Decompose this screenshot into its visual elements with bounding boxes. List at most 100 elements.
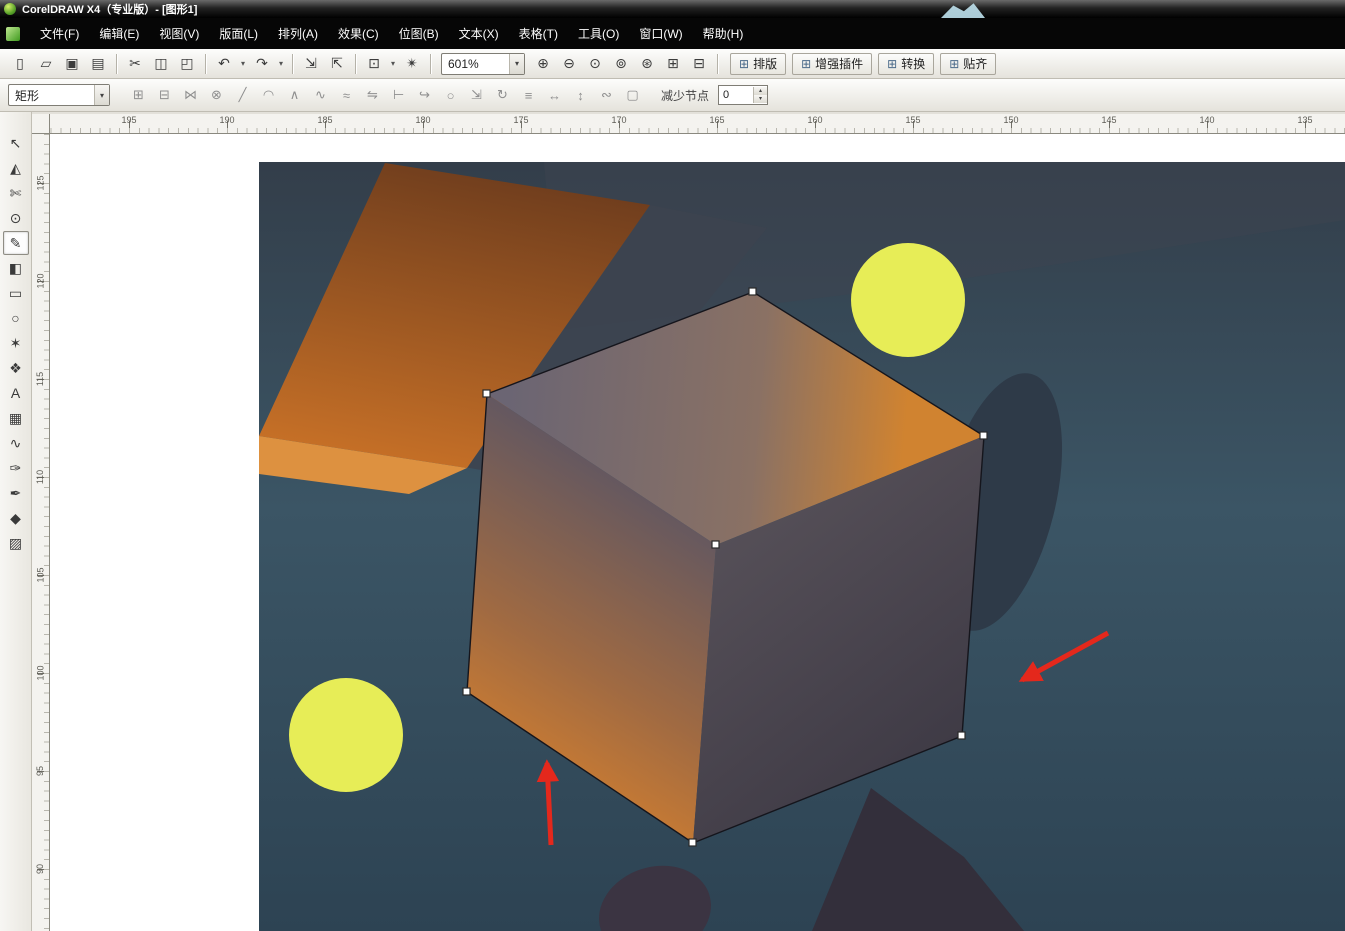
curve-node[interactable] — [749, 288, 756, 295]
pick-tool[interactable]: ↖ — [3, 131, 29, 155]
elastic-mode-icon[interactable]: ∾ — [595, 84, 618, 106]
menu-item[interactable]: 视图(V) — [149, 21, 209, 46]
zoom-selected-icon[interactable]: ⊚ — [609, 53, 633, 75]
shape-type-select[interactable]: 矩形 ▾ — [8, 84, 110, 106]
stretch-nodes-icon[interactable]: ⇲ — [465, 84, 488, 106]
toolbar-button[interactable]: ⊞ 增强插件 — [792, 53, 872, 75]
fill-tool[interactable]: ◆ — [3, 506, 29, 530]
toolbar-button[interactable]: ⊞ 转换 — [878, 53, 934, 75]
curve-node[interactable] — [483, 390, 490, 397]
zoom-all-icon[interactable]: ⊛ — [635, 53, 659, 75]
import-icon[interactable]: ⇲ — [299, 53, 323, 75]
redo-history-dropdown[interactable]: ▾ — [276, 53, 286, 75]
basic-shapes-tool[interactable]: ❖ — [3, 356, 29, 380]
open-icon[interactable]: ▱ — [34, 53, 58, 75]
export-icon[interactable]: ⇱ — [325, 53, 349, 75]
menu-item[interactable]: 编辑(E) — [89, 21, 149, 46]
menu-item[interactable]: 帮助(H) — [693, 21, 754, 46]
menu-item[interactable]: 排列(A) — [268, 21, 328, 46]
curve-node[interactable] — [958, 732, 965, 739]
reflect-horizontal-icon[interactable]: ↔ — [543, 84, 566, 106]
crop-tool[interactable]: ✄ — [3, 181, 29, 205]
menu-item[interactable]: 文本(X) — [449, 21, 509, 46]
undo-history-dropdown[interactable]: ▾ — [238, 53, 248, 75]
cusp-node-icon[interactable]: ∧ — [283, 84, 306, 106]
interactive-fill-tool[interactable]: ▨ — [3, 531, 29, 555]
cut-icon[interactable]: ✂ — [123, 53, 147, 75]
whats-new-icon[interactable]: ✴ — [400, 53, 424, 75]
copy-icon[interactable]: ◫ — [149, 53, 173, 75]
zoom-in-icon[interactable]: ⊕ — [531, 53, 555, 75]
extend-curve-icon[interactable]: ⊢ — [387, 84, 410, 106]
text-tool[interactable]: A — [3, 381, 29, 405]
break-curve-icon[interactable]: ⊗ — [205, 84, 228, 106]
toolbar-button[interactable]: ⊞ 贴齐 — [940, 53, 996, 75]
ruler-origin[interactable] — [32, 114, 50, 134]
reduce-nodes-stepper[interactable]: 0 ▴ ▾ — [718, 85, 768, 105]
polygon-tool[interactable]: ✶ — [3, 331, 29, 355]
zoom-width-icon[interactable]: ⊟ — [687, 53, 711, 75]
curve-node[interactable] — [712, 541, 719, 548]
menu-item[interactable]: 效果(C) — [328, 21, 389, 46]
interactive-blend-tool[interactable]: ∿ — [3, 431, 29, 455]
redo-icon[interactable]: ↷ — [250, 53, 274, 75]
delete-node-icon[interactable]: ⊟ — [153, 84, 176, 106]
curve-node[interactable] — [689, 839, 696, 846]
convert-to-curve-icon[interactable]: ◠ — [257, 84, 280, 106]
curve-node[interactable] — [463, 688, 470, 695]
new-document-icon[interactable]: ▯ — [8, 53, 32, 75]
horizontal-ruler[interactable]: 195190185180175170165160155150145140135 — [50, 114, 1345, 134]
zoom-out-icon[interactable]: ⊖ — [557, 53, 581, 75]
ruler-label: 90 — [32, 820, 49, 918]
ruler-label: 190 — [178, 115, 276, 125]
stepper-down[interactable]: ▾ — [754, 95, 767, 103]
zoom-one-shot-icon[interactable]: ⊙ — [583, 53, 607, 75]
bitmap-image[interactable] — [259, 162, 1345, 931]
zoom-page-icon[interactable]: ⊞ — [661, 53, 685, 75]
select-all-nodes-icon[interactable]: ▢ — [621, 84, 644, 106]
app-launcher-dropdown[interactable]: ▾ — [388, 53, 398, 75]
curve-node[interactable] — [980, 432, 987, 439]
align-nodes-icon[interactable]: ≡ — [517, 84, 540, 106]
menu-item[interactable]: 文件(F) — [30, 21, 89, 46]
drawing-canvas[interactable] — [50, 134, 1345, 931]
app-launcher-icon[interactable]: ⊡ — [362, 53, 386, 75]
menu-item[interactable]: 窗口(W) — [629, 21, 692, 46]
print-icon[interactable]: ▤ — [86, 53, 110, 75]
ruler-label-text: 125 — [36, 175, 46, 190]
menu-item[interactable]: 位图(B) — [389, 21, 449, 46]
zoom-level-select[interactable]: 601% ▾ — [441, 53, 525, 75]
shape-tool[interactable]: ◭ — [3, 156, 29, 180]
eyedropper-tool[interactable]: ✑ — [3, 456, 29, 480]
undo-icon[interactable]: ↶ — [212, 53, 236, 75]
ruler-label: 135 — [1256, 115, 1345, 125]
add-node-icon[interactable]: ⊞ — [127, 84, 150, 106]
convert-to-line-icon[interactable]: ╱ — [231, 84, 254, 106]
zoom-tool[interactable]: ⊙ — [3, 206, 29, 230]
extract-subpath-icon[interactable]: ↪ — [413, 84, 436, 106]
reverse-direction-icon[interactable]: ⇋ — [361, 84, 384, 106]
menu-item[interactable]: 工具(O) — [568, 21, 629, 46]
ruler-label: 170 — [570, 115, 668, 125]
vertical-ruler[interactable]: 1251201151101051009590 — [32, 134, 50, 931]
outline-tool[interactable]: ✒ — [3, 481, 29, 505]
smart-fill-tool[interactable]: ◧ — [3, 256, 29, 280]
menu-item[interactable]: 表格(T) — [509, 21, 568, 46]
table-tool[interactable]: ▦ — [3, 406, 29, 430]
symmetrical-node-icon[interactable]: ≈ — [335, 84, 358, 106]
ellipse-tool[interactable]: ○ — [3, 306, 29, 330]
paste-icon[interactable]: ◰ — [175, 53, 199, 75]
reflect-vertical-icon[interactable]: ↕ — [569, 84, 592, 106]
freehand-tool[interactable]: ✎ — [3, 231, 29, 255]
rotate-nodes-icon[interactable]: ↻ — [491, 84, 514, 106]
toolbar-button[interactable]: ⊞ 排版 — [730, 53, 786, 75]
stepper-arrows: ▴ ▾ — [753, 87, 767, 103]
save-icon[interactable]: ▣ — [60, 53, 84, 75]
coreldraw-window: CorelDRAW X4（专业版）- [图形1] 文件(F)编辑(E)视图(V)… — [0, 0, 1345, 931]
join-nodes-icon[interactable]: ⋈ — [179, 84, 202, 106]
close-curve-icon[interactable]: ○ — [439, 84, 462, 106]
smooth-node-icon[interactable]: ∿ — [309, 84, 332, 106]
menu-item[interactable]: 版面(L) — [209, 21, 268, 46]
stepper-up[interactable]: ▴ — [754, 87, 767, 95]
rectangle-tool[interactable]: ▭ — [3, 281, 29, 305]
